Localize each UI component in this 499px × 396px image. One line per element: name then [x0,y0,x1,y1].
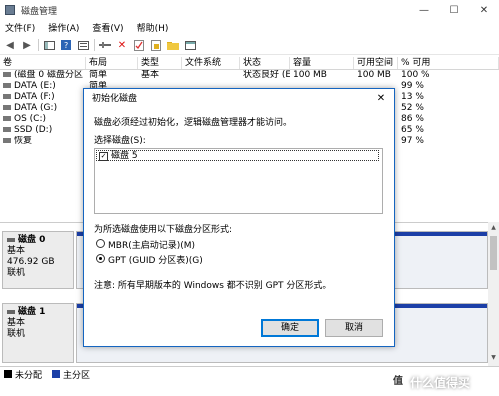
select-disk-label: 选择磁盘(S): [94,136,146,146]
gpt-label[interactable]: GPT (GUID 分区表)(G) [108,253,203,266]
gpt-note: 注意: 所有早期版本的 Windows 都不识别 GPT 分区形式。 [94,281,332,291]
watermark-badge: 值 [390,374,406,390]
gpt-radio[interactable] [96,254,105,263]
watermark: 值 什么值得买 [390,372,495,392]
dialog-title: 初始化磁盘 [84,89,394,109]
disk-item-label: 磁盘 5 [111,151,138,161]
cancel-button[interactable]: 取消 [325,319,383,337]
dialog-intro: 磁盘必须经过初始化，逻辑磁盘管理器才能访问。 [94,118,293,128]
mbr-radio[interactable] [96,239,105,248]
disk-select-list[interactable]: ✓ 磁盘 5 [94,148,383,214]
mbr-label[interactable]: MBR(主启动记录)(M) [108,238,195,251]
disk-list-item[interactable]: ✓ 磁盘 5 [96,150,379,161]
ok-button[interactable]: 确定 [261,319,319,337]
initialize-disk-dialog: 初始化磁盘 ✕ 磁盘必须经过初始化，逻辑磁盘管理器才能访问。 选择磁盘(S): … [83,88,395,347]
disk-checkbox[interactable]: ✓ [99,152,108,161]
partition-style-label: 为所选磁盘使用以下磁盘分区形式: [94,225,233,235]
watermark-text: 什么值得买 [410,375,471,390]
dialog-close-icon[interactable]: ✕ [374,92,388,106]
